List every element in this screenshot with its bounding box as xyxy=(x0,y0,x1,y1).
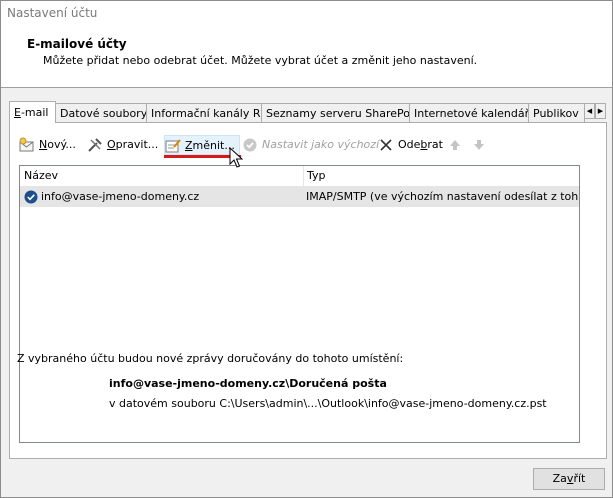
move-up-button[interactable] xyxy=(447,135,463,155)
dialog-header: E-mailové účty Můžete přidat nebo odebra… xyxy=(1,27,612,88)
account-settings-window: Nastavení účtu E-mailové účty Můžete při… xyxy=(0,0,613,498)
tab-rss-feeds[interactable]: Informační kanály RSS xyxy=(146,103,262,122)
tab-email[interactable]: E-mail xyxy=(9,101,56,123)
move-up-icon xyxy=(450,140,460,150)
new-account-icon xyxy=(19,137,34,152)
column-separator xyxy=(303,166,304,186)
tab-strip: E-mail Datové soubory Informační kanály … xyxy=(9,101,607,123)
list-header: Název Typ xyxy=(20,166,579,187)
delivery-data-file: v datovém souboru C:\Users\admin\...\Out… xyxy=(109,397,547,410)
tab-data-files[interactable]: Datové soubory xyxy=(55,103,147,122)
set-default-button[interactable]: Nastavit jako výchozí xyxy=(242,135,379,155)
account-name: info@vase-jmeno-domeny.cz xyxy=(41,190,200,203)
repair-icon xyxy=(88,138,102,152)
column-header-type[interactable]: Typ xyxy=(307,169,326,182)
set-default-icon xyxy=(243,138,257,152)
remove-button[interactable]: Odebrat xyxy=(378,135,443,155)
table-row[interactable]: info@vase-jmeno-domeny.cz IMAP/SMTP (ve … xyxy=(20,187,579,207)
close-button[interactable]: Zavřít xyxy=(533,468,605,490)
new-button[interactable]: Nový... xyxy=(19,135,79,155)
header-title: E-mailové účty xyxy=(27,37,127,51)
tab-sharepoint-lists[interactable]: Seznamy serveru SharePoint xyxy=(261,103,410,122)
title-bar: Nastavení účtu xyxy=(1,1,612,27)
move-down-icon xyxy=(474,140,484,150)
window-title: Nastavení účtu xyxy=(7,6,98,20)
tab-scroll-buttons: ◀ ▶ xyxy=(584,103,606,119)
tab-published-calendars[interactable]: Publikov xyxy=(528,103,585,122)
tab-scroll-right-button[interactable]: ▶ xyxy=(595,103,606,119)
mouse-cursor-icon xyxy=(229,147,243,168)
account-type: IMAP/SMTP (ve výchozím nastavení odesíla… xyxy=(306,190,578,203)
delivery-target: info@vase-jmeno-domeny.cz\Doručená pošta xyxy=(109,377,387,390)
tab-internet-calendars[interactable]: Internetové kalendáře xyxy=(409,103,529,122)
change-icon xyxy=(165,139,181,153)
move-down-button[interactable] xyxy=(471,135,487,155)
remove-x-icon xyxy=(380,139,392,151)
delivery-label: Z vybraného účtu budou nové zprávy doruč… xyxy=(17,352,404,365)
header-subtitle: Můžete přidat nebo odebrat účet. Můžete … xyxy=(43,54,478,67)
column-header-name[interactable]: Název xyxy=(24,169,58,182)
repair-button[interactable]: Opravit... xyxy=(87,135,158,155)
account-check-icon xyxy=(24,190,38,204)
tab-scroll-left-button[interactable]: ◀ xyxy=(584,103,595,119)
